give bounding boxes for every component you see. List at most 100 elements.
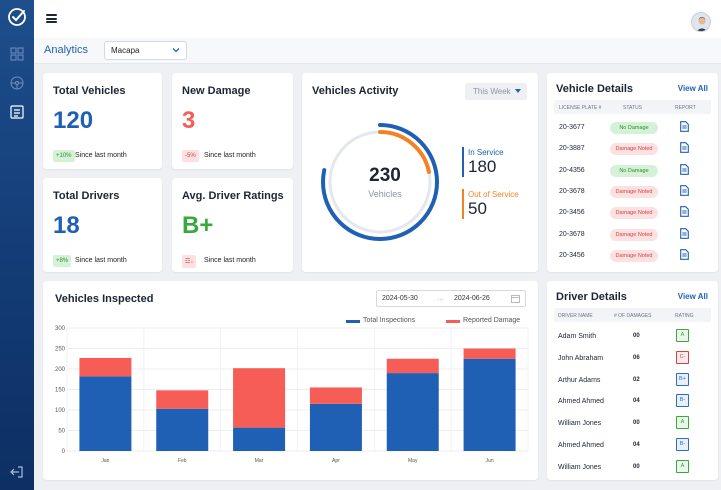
kpi-change-badge: -5% [182,150,199,162]
card-title: Driver Details [556,291,627,303]
table-row[interactable]: 20-3887 Damage Noted [554,138,711,159]
date-range-picker[interactable]: 2024-05-30 … 2024-06-26 [376,290,526,307]
license-plate: 20-3887 [559,145,585,153]
status-badge: No Damage [610,122,658,134]
rating-badge: A [676,416,689,430]
table-row[interactable]: 20-3456 Damage Noted [554,245,711,266]
dashboard-grid-icon[interactable] [9,46,25,62]
table-row[interactable]: 20-4356 No Damage [554,160,711,181]
table-header: DRIVER NAME # OF DAMAGES RATING [554,308,711,322]
kpi-since-label: Since last month [204,152,256,159]
date-to: 2024-06-26 [454,295,490,302]
column-header: STATUS [623,105,642,111]
report-document-icon[interactable] [680,142,689,154]
license-plate: 20-3678 [559,230,585,238]
kpi-card-total-vehicles: Total Vehicles 120 +10% Since last month [43,73,162,169]
out-of-service-value: 50 [468,199,487,218]
table-row[interactable]: Ahmed Ahmed 04 B- [554,391,711,412]
table-row[interactable]: 20-3678 Damage Noted [554,181,711,202]
rating-badge: C- [676,350,689,364]
bar-total-inspections[interactable] [156,408,209,451]
table-row[interactable]: 20-3677 No Damage [554,117,711,138]
driver-name: William Jones [558,420,602,428]
kpi-title: Avg. Driver Ratings [182,190,284,202]
table-row[interactable]: Ahmed Ahmed 04 B- [554,435,711,456]
status-badge: Damage Noted [610,143,658,156]
bar-reported-damage[interactable] [79,357,132,377]
license-plate: 20-3677 [559,124,585,131]
table-row[interactable]: Arthur Adams 02 B+ [554,370,711,391]
card-title: Vehicles Inspected [55,293,154,305]
driver-name: John Abraham [558,354,604,362]
x-tick-label: Apr [332,458,340,464]
damage-count: 04 [633,442,640,448]
rating-badge: A [676,459,689,473]
status-badge: Damage Noted [610,228,658,241]
bar-reported-damage[interactable] [463,348,516,359]
out-of-service-marker [462,189,464,219]
report-list-icon[interactable] [9,104,25,120]
y-tick-label: 300 [55,326,66,332]
damage-count: 00 [633,420,640,427]
rating-badge: B+ [676,372,689,386]
column-header: DRIVER NAME [558,313,593,319]
bar-reported-damage[interactable] [386,358,439,374]
vehicles-inspected-card: Vehicles Inspected 2024-05-30 … 2024-06-… [43,281,538,480]
status-badge: Damage Noted [610,207,658,220]
bar-total-inspections[interactable] [233,427,286,451]
report-document-icon[interactable] [680,185,689,196]
bar-reported-damage[interactable] [309,387,362,404]
damage-count: 00 [633,333,640,339]
page-title: Analytics [44,44,89,56]
region-select[interactable]: Macapa [104,41,187,60]
period-select[interactable]: This Week [465,83,527,100]
damage-count: 00 [633,463,640,470]
table-row[interactable]: John Abraham 06 C- [554,348,711,369]
driver-details-card: Driver Details View All DRIVER NAME # OF… [547,281,718,480]
view-all-drivers-link[interactable]: View All [678,292,708,301]
bar-reported-damage[interactable] [233,368,286,428]
damage-count: 06 [633,354,640,361]
card-title: Vehicles Activity [312,85,399,97]
y-tick-label: 150 [55,388,66,394]
status-badge: No Damage [610,164,658,177]
steering-wheel-icon[interactable] [9,75,25,91]
column-header: LICENSE PLATE # [559,105,602,111]
kpi-title: Total Vehicles [53,85,126,97]
in-service-label: In Service [468,148,504,157]
calendar-icon [511,295,520,303]
kpi-since-label: Since last month [204,257,256,264]
donut-total-value: 230 [369,165,401,186]
kpi-value: B+ [182,212,214,239]
rating-badge: A [676,329,689,342]
license-plate: 20-3456 [559,251,585,259]
driver-name: Ahmed Ahmed [558,398,604,406]
bar-total-inspections[interactable] [463,358,516,451]
report-document-icon[interactable] [680,163,689,175]
logout-icon[interactable] [9,464,25,480]
report-document-icon[interactable] [680,206,689,218]
logo-check-icon[interactable] [6,6,28,28]
report-document-icon[interactable] [680,248,689,260]
report-document-icon[interactable] [680,121,689,132]
card-title: Vehicle Details [556,83,634,95]
view-all-vehicles-link[interactable]: View All [678,84,708,93]
y-tick-label: 250 [55,347,66,353]
table-row[interactable]: William Jones 00 A [554,413,711,434]
bar-total-inspections[interactable] [309,403,362,451]
table-row[interactable]: 20-3456 Damage Noted [554,202,711,223]
hamburger-menu-icon[interactable] [46,14,57,23]
user-avatar[interactable] [691,12,711,32]
driver-name: Adam Smith [558,333,597,340]
bar-total-inspections[interactable] [79,376,132,451]
bar-reported-damage[interactable] [156,390,209,409]
table-row[interactable]: Adam Smith 00 A [554,326,711,347]
vehicle-details-card: Vehicle Details View All LICENSE PLATE #… [547,73,718,272]
donut-total-label: Vehicles [368,189,402,199]
caret-down-icon [515,89,521,93]
top-bar [34,0,721,38]
bar-total-inspections[interactable] [386,373,439,451]
report-document-icon[interactable] [680,227,689,239]
table-row[interactable]: William Jones 00 A [554,457,711,478]
table-row[interactable]: 20-3678 Damage Noted [554,224,711,245]
